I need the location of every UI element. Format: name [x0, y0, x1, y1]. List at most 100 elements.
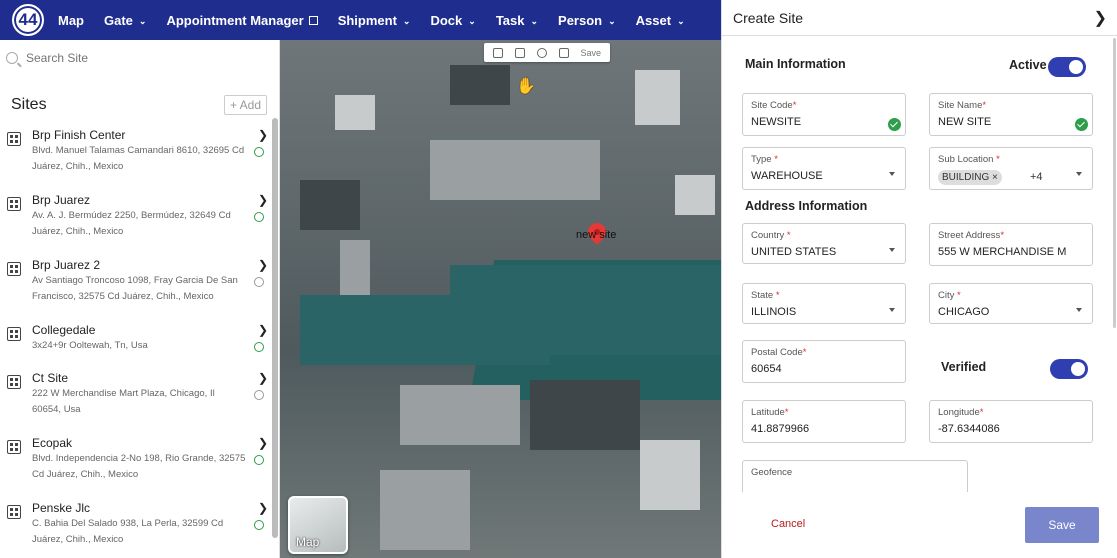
sub-location-chip[interactable]: BUILDING × — [938, 170, 1002, 185]
chevron-right-icon[interactable]: ❯ — [258, 371, 268, 385]
nav-label: Asset — [635, 12, 672, 28]
building-icon — [7, 375, 21, 389]
verified-check-icon — [254, 455, 264, 465]
chevron-right-icon[interactable]: ❯ — [258, 128, 268, 142]
site-list-item[interactable]: Penske Jlc C. Bahia Del Salado 938, La P… — [0, 501, 270, 551]
nav-appointment-manager[interactable]: Appointment Manager — [166, 12, 318, 28]
chevron-right-icon[interactable]: ❯ — [258, 193, 268, 207]
site-code-field[interactable]: Site Code* NEWSITE — [742, 93, 906, 136]
map-building — [640, 440, 700, 510]
chevron-down-icon: ⌄ — [530, 15, 539, 26]
caret-down-icon — [889, 308, 895, 312]
app-logo[interactable]: 44 — [12, 4, 44, 36]
address-info-heading: Address Information — [745, 199, 868, 213]
draw-polygon-icon[interactable] — [514, 47, 525, 58]
site-list-item[interactable]: Ecopak Blvd. Independencia 2-No 198, Rio… — [0, 436, 270, 501]
add-site-button[interactable]: + Add — [223, 95, 267, 115]
sub-location-select[interactable]: Sub Location * BUILDING × +4 — [929, 147, 1093, 190]
nav-person[interactable]: Person ⌄ — [558, 13, 616, 28]
site-address: 3x24+9r Ooltewah, Tn, Usa — [32, 340, 148, 351]
city-select[interactable]: City * CHICAGO — [929, 283, 1093, 324]
river — [300, 295, 550, 365]
sites-sidebar: Sites + Add Brp Finish Center Blvd. Manu… — [0, 40, 280, 558]
nav-gate[interactable]: Gate ⌄ — [104, 13, 146, 28]
building-icon — [7, 440, 21, 454]
verified-label: Verified — [941, 360, 987, 374]
site-list-item[interactable]: Ct Site 222 W Merchandise Mart Plaza, Ch… — [0, 371, 270, 436]
field-label: Site Name* — [938, 100, 987, 111]
search-input[interactable] — [26, 51, 246, 65]
field-value: NEWSITE — [751, 116, 802, 128]
verified-check-icon — [254, 342, 264, 352]
save-button[interactable]: Save — [1025, 507, 1099, 543]
external-link-icon — [308, 15, 318, 25]
draw-circle-icon[interactable] — [536, 47, 547, 58]
unverified-check-icon — [254, 390, 264, 400]
field-label: Street Address* — [938, 230, 1005, 241]
caret-down-icon — [1076, 308, 1082, 312]
site-name: Ct Site — [32, 371, 69, 385]
create-site-panel: Create Site ❯ Main Information Active Si… — [721, 0, 1117, 558]
site-list-item[interactable]: Collegedale 3x24+9r Ooltewah, Tn, Usa ❯ — [0, 323, 270, 371]
nav-dock[interactable]: Dock ⌄ — [430, 13, 475, 28]
hand-icon[interactable] — [492, 47, 503, 58]
type-select[interactable]: Type * WAREHOUSE — [742, 147, 906, 190]
nav-label: Dock — [430, 12, 463, 28]
chevron-right-icon[interactable]: ❯ — [258, 258, 268, 272]
site-search — [0, 40, 279, 76]
active-toggle[interactable] — [1048, 57, 1086, 77]
site-list-item[interactable]: Brp Juarez Av. A. J. Bermúdez 2250, Berm… — [0, 193, 270, 258]
field-value: CHICAGO — [938, 306, 990, 318]
main-info-heading: Main Information — [745, 57, 846, 71]
nav-label: Task — [495, 12, 525, 28]
eraser-icon[interactable] — [558, 47, 569, 58]
chevron-right-icon[interactable]: ❯ — [1094, 8, 1107, 28]
site-name-field[interactable]: Site Name* NEW SITE — [929, 93, 1093, 136]
verified-toggle[interactable] — [1050, 359, 1088, 379]
nav-map[interactable]: Map — [58, 13, 84, 28]
postal-code-field[interactable]: Postal Code* 60654 — [742, 340, 906, 383]
nav-label: Appointment Manager — [166, 12, 304, 28]
save-shape-button[interactable]: Save — [581, 48, 602, 58]
map-type-toggle[interactable]: Map — [288, 496, 348, 554]
field-value: 60654 — [751, 363, 782, 375]
top-nav: 44 Map Gate ⌄ Appointment Manager Shipmen… — [0, 0, 721, 40]
site-address: Blvd. Independencia 2-No 198, Rio Grande… — [32, 453, 246, 480]
search-icon — [6, 52, 18, 64]
chevron-right-icon[interactable]: ❯ — [258, 436, 268, 450]
field-label: Postal Code* — [751, 347, 807, 358]
latitude-field[interactable]: Latitude* 41.8879966 — [742, 400, 906, 443]
cancel-button[interactable]: Cancel — [771, 518, 805, 530]
panel-footer: Cancel Save — [722, 492, 1117, 558]
longitude-field[interactable]: Longitude* -87.6344086 — [929, 400, 1093, 443]
chevron-down-icon: ⌄ — [468, 15, 476, 26]
site-list-item[interactable]: Brp Juarez 2 Av Santiago Troncoso 1098, … — [0, 258, 270, 323]
nav-label: Shipment — [337, 12, 397, 28]
caret-down-icon — [889, 248, 895, 252]
map-draw-toolbar: Save — [484, 43, 610, 62]
chevron-down-icon: ⌄ — [402, 15, 411, 26]
field-label: Latitude* — [751, 407, 789, 418]
chevron-down-icon: ⌄ — [677, 15, 685, 26]
site-list-item[interactable]: Brp Finish Center Blvd. Manuel Talamas C… — [0, 128, 270, 193]
sidebar-scrollbar[interactable] — [272, 118, 278, 538]
satellite-map[interactable]: Save ✋ new site Map — [280, 40, 721, 558]
state-select[interactable]: State * ILLINOIS — [742, 283, 906, 324]
valid-check-icon — [888, 118, 901, 131]
map-building — [530, 380, 640, 450]
nav-shipment[interactable]: Shipment ⌄ — [338, 13, 411, 28]
nav-asset[interactable]: Asset ⌄ — [636, 13, 685, 28]
nav-task[interactable]: Task ⌄ — [496, 13, 538, 28]
more-count: +4 — [1030, 171, 1043, 183]
panel-scrollbar[interactable] — [1113, 38, 1116, 328]
nav-label: Map — [58, 12, 84, 28]
sites-title: Sites — [11, 96, 47, 113]
caret-down-icon — [889, 172, 895, 176]
street-address-field[interactable]: Street Address* 555 W MERCHANDISE M — [929, 223, 1093, 266]
chevron-right-icon[interactable]: ❯ — [258, 501, 268, 515]
chevron-right-icon[interactable]: ❯ — [258, 323, 268, 337]
field-value: NEW SITE — [938, 116, 992, 128]
country-select[interactable]: Country * UNITED STATES — [742, 223, 906, 264]
map-building — [675, 175, 715, 215]
site-name: Brp Juarez 2 — [32, 258, 101, 272]
